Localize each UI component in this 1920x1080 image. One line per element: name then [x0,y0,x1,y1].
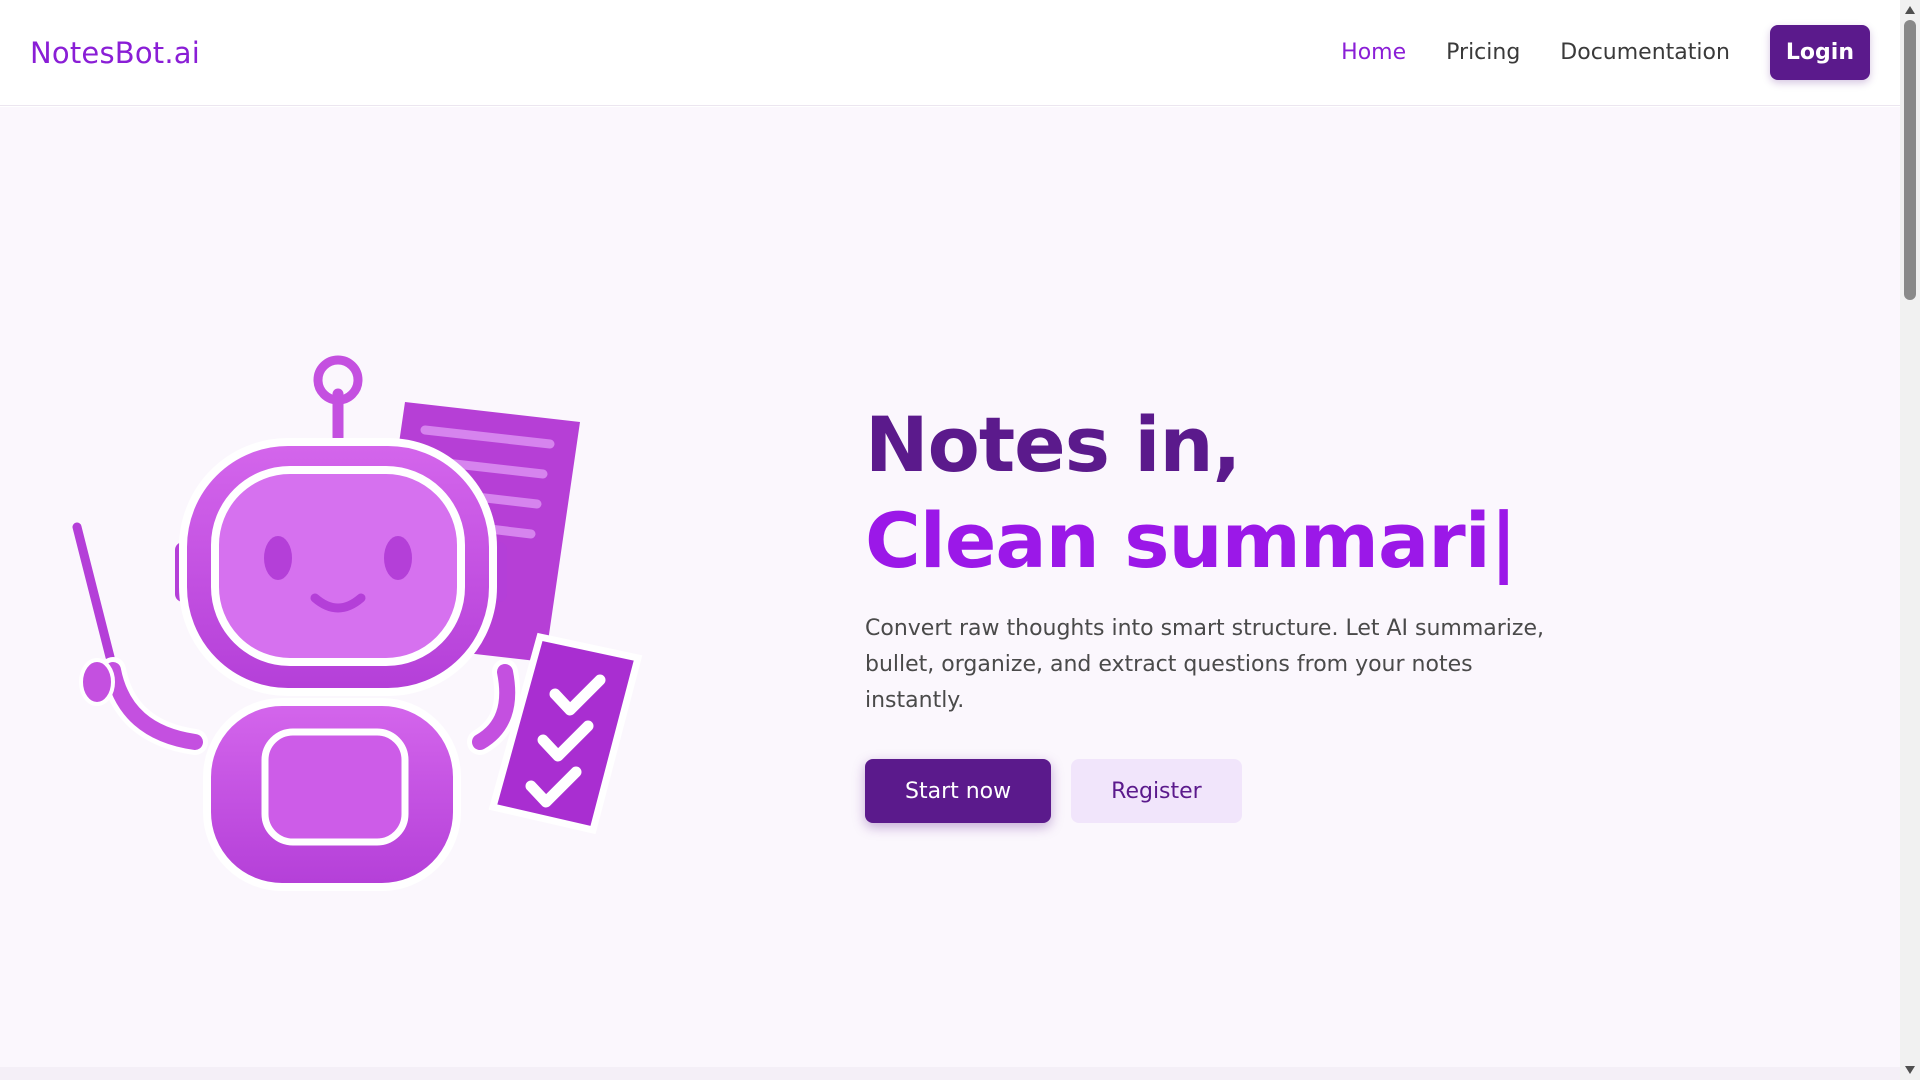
nav-pricing-link[interactable]: Pricing [1446,40,1520,65]
start-now-button[interactable]: Start now [865,759,1052,823]
scroll-thumb[interactable] [1904,20,1916,300]
scroll-down-icon[interactable] [1905,1066,1915,1074]
hero-headline-line1: Notes in, [865,400,1241,489]
typing-cursor: | [1489,496,1518,585]
hero-section: Notes in, Clean summari| Convert raw tho… [0,107,1900,1067]
hero-text: Notes in, Clean summari| Convert raw tho… [865,397,1625,823]
hero-subtitle: Convert raw thoughts into smart structur… [865,616,1544,713]
register-button[interactable]: Register [1071,759,1242,823]
hero-typed-text: Clean summari [865,496,1491,585]
page-viewport: NotesBot.ai Home Pricing Documentation L… [0,0,1900,1080]
footer-strip [0,1067,1900,1080]
robot-with-notes-and-checklist-icon [72,355,643,891]
hero-headline-line2: Clean summari| [865,493,1625,589]
page-scrollbar[interactable] [1900,0,1920,1080]
nav-links: Home Pricing Documentation Login [1301,25,1870,80]
scroll-up-icon[interactable] [1905,6,1915,14]
cta-row: Start now Register [865,759,1625,823]
login-button[interactable]: Login [1769,25,1870,80]
nav-home-link[interactable]: Home [1341,40,1406,65]
brand-logo[interactable]: NotesBot.ai [30,36,200,70]
navbar: NotesBot.ai Home Pricing Documentation L… [0,0,1900,106]
nav-documentation-link[interactable]: Documentation [1560,40,1730,65]
